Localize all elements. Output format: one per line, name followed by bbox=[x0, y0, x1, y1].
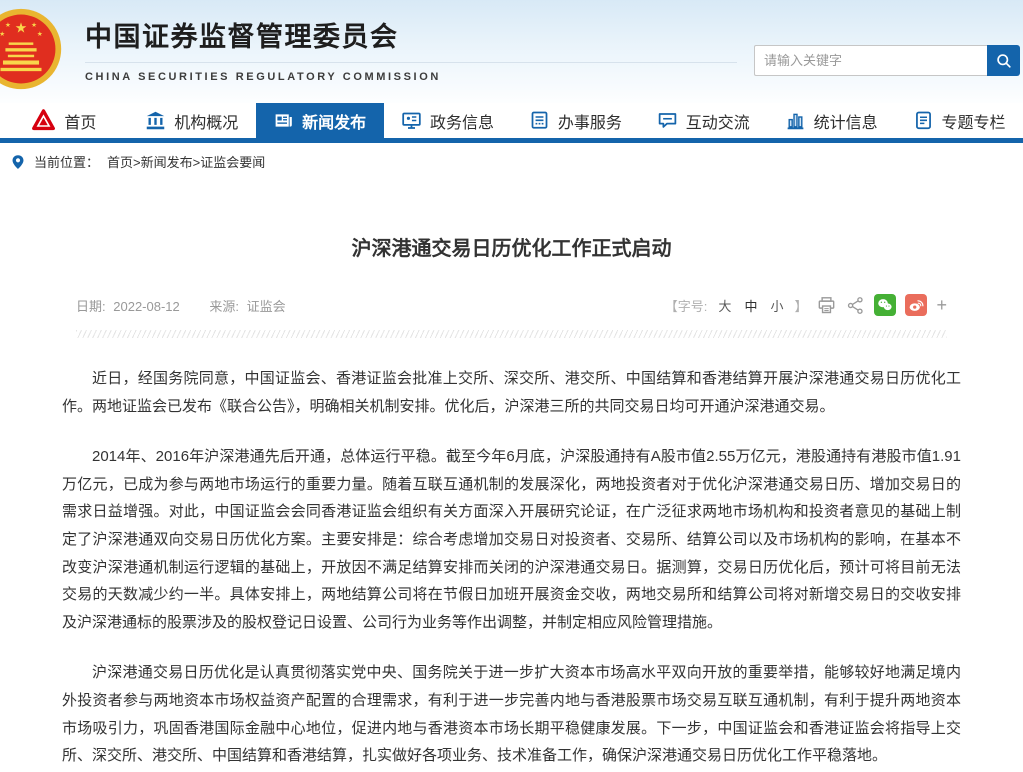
nav-item-org-overview[interactable]: 机构概况 bbox=[128, 103, 256, 138]
article: 沪深港通交易日历优化工作正式启动 日期: 2022-08-12 来源: 证监会 … bbox=[0, 232, 1023, 770]
bank-icon bbox=[145, 110, 166, 131]
wechat-icon[interactable] bbox=[874, 294, 896, 316]
article-paragraph: 近日，经国务院同意，中国证监会、香港证监会批准上交所、深交所、港交所、中国结算和… bbox=[62, 365, 961, 420]
nav-item-label: 互动交流 bbox=[686, 109, 750, 133]
nav-item-label: 机构概况 bbox=[174, 109, 238, 133]
svg-text:★: ★ bbox=[31, 22, 37, 29]
nav-item-news[interactable]: 新闻发布 bbox=[256, 98, 384, 138]
search-input[interactable] bbox=[754, 45, 987, 76]
newspaper-icon bbox=[273, 110, 294, 131]
article-tools: 【字号: 大 中 小 】 bbox=[665, 294, 947, 316]
search-icon bbox=[994, 51, 1014, 71]
site-title-block: 中国证券监督管理委员会 CHINA SECURITIES REGULATORY … bbox=[85, 15, 737, 83]
font-size-medium[interactable]: 中 bbox=[744, 296, 757, 315]
hatched-divider bbox=[76, 330, 947, 338]
svg-text:★: ★ bbox=[15, 20, 28, 36]
main-nav: 首页 机构概况 新闻发布 bbox=[0, 103, 1023, 143]
printer-icon[interactable] bbox=[816, 295, 837, 316]
article-paragraph: 沪深港通交易日历优化是认真贯彻落实党中央、国务院关于进一步扩大资本市场高水平双向… bbox=[62, 659, 961, 769]
source-label: 来源: bbox=[209, 299, 239, 314]
chat-bubble-icon bbox=[657, 110, 678, 131]
more-share-button[interactable]: + bbox=[936, 296, 947, 314]
location-pin-icon bbox=[10, 154, 26, 170]
date-label: 日期: bbox=[76, 299, 106, 314]
svg-text:★: ★ bbox=[5, 22, 11, 29]
article-body: 近日，经国务院同意，中国证监会、香港证监会批准上交所、深交所、港交所、中国结算和… bbox=[62, 365, 961, 770]
site-title-en: CHINA SECURITIES REGULATORY COMMISSION bbox=[85, 63, 737, 83]
breadcrumb: 当前位置： 首页>新闻发布>证监会要闻 bbox=[0, 143, 1023, 180]
font-size-large[interactable]: 大 bbox=[718, 296, 731, 315]
topic-doc-icon bbox=[913, 110, 934, 131]
breadcrumb-path[interactable]: 首页>新闻发布>证监会要闻 bbox=[107, 152, 265, 171]
article-title: 沪深港通交易日历优化工作正式启动 bbox=[62, 232, 961, 261]
nav-item-statistics[interactable]: 统计信息 bbox=[767, 103, 895, 138]
source-value: 证监会 bbox=[247, 299, 286, 314]
bar-chart-icon bbox=[785, 110, 806, 131]
font-size-small[interactable]: 小 bbox=[770, 296, 783, 315]
nav-item-label: 首页 bbox=[64, 109, 96, 133]
nav-item-label: 政务信息 bbox=[430, 109, 494, 133]
monitor-icon bbox=[401, 110, 422, 131]
breadcrumb-label: 当前位置： bbox=[34, 152, 99, 171]
service-doc-icon bbox=[529, 110, 550, 131]
site-title-cn: 中国证券监督管理委员会 bbox=[85, 15, 737, 63]
nav-item-interaction[interactable]: 互动交流 bbox=[639, 103, 767, 138]
nav-item-home[interactable]: 首页 bbox=[0, 103, 128, 138]
nav-item-label: 专题专栏 bbox=[942, 109, 1006, 133]
nav-item-services[interactable]: 办事服务 bbox=[512, 103, 640, 138]
search-box bbox=[754, 45, 1020, 76]
nav-item-label: 办事服务 bbox=[558, 109, 622, 133]
svg-text:★: ★ bbox=[0, 31, 5, 38]
article-meta: 日期: 2022-08-12 来源: 证监会 bbox=[76, 296, 290, 315]
search-button[interactable] bbox=[987, 45, 1020, 76]
nav-item-label: 新闻发布 bbox=[302, 109, 366, 133]
nav-item-label: 统计信息 bbox=[814, 109, 878, 133]
national-emblem-icon: ★ ★ ★ ★ ★ bbox=[0, 8, 62, 90]
csrc-logo-icon bbox=[31, 108, 56, 133]
font-size-suffix: 】 bbox=[794, 296, 807, 315]
svg-text:★: ★ bbox=[37, 31, 43, 38]
nav-item-gov-info[interactable]: 政务信息 bbox=[384, 103, 512, 138]
article-meta-row: 日期: 2022-08-12 来源: 证监会 【字号: 大 中 小 】 bbox=[62, 294, 961, 316]
site-header: ★ ★ ★ ★ ★ 中国证券监督管理委员会 CHINA SECURITIES R… bbox=[0, 0, 1023, 103]
font-size-prefix: 【字号: bbox=[665, 296, 708, 315]
share-icon[interactable] bbox=[846, 296, 865, 315]
nav-item-special-topics[interactable]: 专题专栏 bbox=[895, 103, 1023, 138]
weibo-icon[interactable] bbox=[905, 294, 927, 316]
article-paragraph: 2014年、2016年沪深港通先后开通，总体运行平稳。截至今年6月底，沪深股通持… bbox=[62, 443, 961, 636]
date-value: 2022-08-12 bbox=[113, 299, 180, 314]
